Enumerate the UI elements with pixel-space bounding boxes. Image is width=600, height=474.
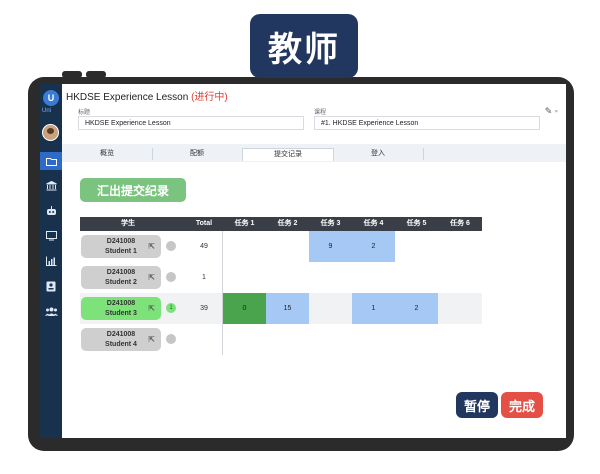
monitor-icon[interactable] [40,227,62,245]
col-task-5: 任务 5 [406,220,427,227]
student-chip[interactable]: D241008 Student 3 ⇱ [81,297,161,320]
sidebar: U Uni [40,84,62,438]
open-external-icon[interactable]: ⇱ [148,335,155,345]
title-field[interactable]: HKDSE Experience Lesson [78,116,304,130]
users-icon[interactable] [40,302,62,320]
lesson-status: (进行中) [191,92,228,103]
tab-bar: 概览 配额 提交记录 登入 [62,148,566,162]
header-actions: ✎ ▪ [545,106,558,117]
lesson-title-text: HKDSE Experience Lesson [66,92,189,103]
student-chip[interactable]: D241008 Student 1 ⇱ [81,235,161,258]
course-label: 课程 [314,110,327,116]
student-name: Student 1 [105,247,137,255]
delete-icon[interactable]: ▪ [555,106,558,116]
total-cell: 1 [202,274,206,281]
table-header: 学生 Total 任务 1 任务 2 任务 3 任务 4 任务 5 任务 6 [80,217,482,231]
folder-icon[interactable] [40,152,62,170]
task-cell[interactable]: 9 [309,231,352,262]
lesson-title: HKDSE Experience Lesson (进行中) [66,88,228,103]
pause-button[interactable]: 暂停 [456,392,498,418]
app-screen: U Uni HKDSE Experience Lesson (进行中) ✎ ▪ … [40,84,566,438]
table-row: D241008 Student 2 ⇱ 1 [80,262,482,293]
col-student: 学生 [121,220,135,227]
lesson-header: HKDSE Experience Lesson (进行中) ✎ ▪ 标题 HKD… [62,84,566,144]
app-logo-text: Uni [42,108,52,114]
tab-quota[interactable]: 配额 [152,148,243,160]
col-task-3: 任务 3 [320,220,341,227]
student-id: D241008 [106,268,136,276]
student-id: D241008 [106,330,136,338]
tab-overview[interactable]: 概览 [62,148,153,160]
col-total: Total [195,220,213,227]
table-row: D241008 Student 1 ⇱ 49 9 2 [80,231,482,262]
col-task-1: 任务 1 [234,220,255,227]
task-cell[interactable]: 0 [223,293,266,324]
tab-submissions[interactable]: 提交记录 [242,148,334,161]
total-cell [184,324,224,355]
table-row: D241008 Student 4 ⇱ [80,324,482,355]
contact-card-icon[interactable] [40,277,62,295]
task-cell[interactable]: 15 [266,293,309,324]
finish-button[interactable]: 完成 [501,392,543,418]
open-external-icon[interactable]: ⇱ [148,242,155,252]
status-dot [166,241,176,251]
student-id: D241008 [106,299,136,307]
export-submissions-button[interactable]: 汇出提交纪录 [80,178,186,202]
open-external-icon[interactable]: ⇱ [148,304,155,314]
avatar[interactable] [42,124,59,141]
student-chip[interactable]: D241008 Student 2 ⇱ [81,266,161,289]
student-name: Student 2 [105,278,137,286]
col-task-2: 任务 2 [277,220,298,227]
task-cell[interactable]: 2 [395,293,438,324]
app-logo: U [43,90,59,106]
title-label: 标题 [78,110,91,116]
course-field[interactable]: #1. HKDSE Experience Lesson [314,116,540,130]
student-name: Student 3 [105,309,137,317]
status-dot [166,272,176,282]
open-external-icon[interactable]: ⇱ [148,273,155,283]
bank-icon[interactable] [40,177,62,195]
total-cell: 39 [200,305,208,312]
task-cell[interactable]: 1 [352,293,395,324]
tab-login[interactable]: 登入 [333,148,424,160]
tablet-button [86,71,106,78]
teacher-badge: 教师 [250,14,358,78]
col-task-4: 任务 4 [363,220,384,227]
status-dot [166,334,176,344]
col-task-6: 任务 6 [450,220,470,227]
student-chip[interactable]: D241008 Student 4 ⇱ [81,328,161,351]
student-id: D241008 [106,237,136,245]
task-cell[interactable]: 2 [352,231,395,262]
tablet-button [62,71,82,78]
column-divider [222,231,223,355]
robot-icon[interactable] [40,202,62,220]
edit-icon[interactable]: ✎ [545,106,553,116]
total-cell: 49 [200,243,208,250]
chart-icon[interactable] [40,252,62,270]
table-row: D241008 Student 3 ⇱ 1 39 0 15 1 2 [80,293,482,324]
student-name: Student 4 [105,340,137,348]
status-badge: 1 [166,303,176,313]
